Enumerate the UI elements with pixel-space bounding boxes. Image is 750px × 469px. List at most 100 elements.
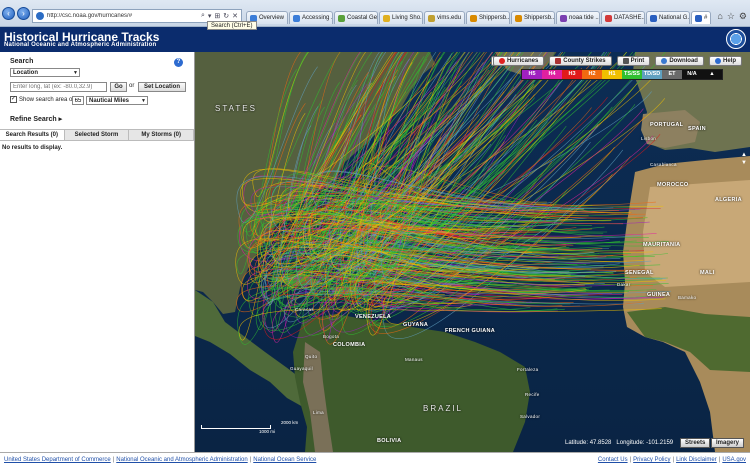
search-type-value: Location xyxy=(13,70,38,76)
footer-link-disclaimer[interactable]: Link Disclaimer xyxy=(676,457,717,463)
radius-input[interactable] xyxy=(72,96,84,105)
label-casablanca: Casablanca xyxy=(650,162,677,167)
download-label: Download xyxy=(669,57,698,64)
search-area-checkbox[interactable]: ✓ xyxy=(10,96,17,103)
tab-favicon-icon xyxy=(515,14,523,22)
tab-favicon-icon xyxy=(605,14,613,22)
label-bamako: Bamako xyxy=(678,295,697,300)
search-heading: Search xyxy=(10,58,34,65)
tab-favicon-icon xyxy=(383,14,391,22)
footer-link-nos[interactable]: National Ocean Service xyxy=(253,457,316,463)
back-icon[interactable]: ‹ xyxy=(2,7,15,20)
imagery-button[interactable]: Imagery xyxy=(711,438,745,448)
help-circle-icon xyxy=(714,58,721,64)
latitude-label: Latitude: xyxy=(565,440,589,446)
search-tooltip: Search (Ctrl+E) xyxy=(207,21,257,30)
forward-icon[interactable]: › xyxy=(17,7,30,20)
tab-favicon-icon xyxy=(650,14,658,22)
label-lima: Lima xyxy=(313,410,324,415)
noaa-logo-icon[interactable] xyxy=(726,29,746,49)
legend-item: H5 xyxy=(522,70,542,79)
legend-item: H4 xyxy=(542,70,562,79)
label-lisbon: Lisbon xyxy=(641,136,657,141)
browser-tab[interactable]: National G... xyxy=(646,11,691,24)
help-button[interactable]: Help xyxy=(708,56,742,66)
tab-selected-storm[interactable]: Selected Storm xyxy=(64,130,130,140)
search-icon[interactable]: ⌕ xyxy=(201,12,205,20)
download-button[interactable]: Download xyxy=(655,56,704,66)
page-subtitle: National Oceanic and Atmospheric Adminis… xyxy=(4,42,157,48)
label-algeria: ALGERIA xyxy=(715,197,742,203)
window-icons: ⌂ ☆ ⚙ xyxy=(717,11,747,22)
footer-link-privacy[interactable]: Privacy Policy xyxy=(633,457,670,463)
hurricane-icon xyxy=(498,58,505,64)
compat-icon[interactable]: ⊞ xyxy=(214,12,220,20)
tab-favicon-icon xyxy=(293,14,301,22)
browser-tab[interactable]: vims.edu xyxy=(424,11,466,24)
label-states: STATES xyxy=(215,104,257,113)
label-dakar: Dakar xyxy=(617,282,631,287)
gear-icon[interactable]: ⚙ xyxy=(739,11,747,22)
label-spain: SPAIN xyxy=(688,126,706,132)
browser-tab-label: Accessing ... xyxy=(302,15,334,21)
intensity-legend: H5 H4 H3 H2 H1 TS/SS TD/SD ET N/A ▲ xyxy=(521,69,723,80)
units-select[interactable]: Nautical Miles ▼ xyxy=(86,96,148,105)
legend-item: H1 xyxy=(602,70,622,79)
label-brazil: BRAZIL xyxy=(423,404,464,413)
label-portugal: PORTUGAL xyxy=(650,122,684,128)
footer-link-contact[interactable]: Contact Us xyxy=(598,457,628,463)
label-fortaleza: Fortaleza xyxy=(517,367,539,372)
print-button[interactable]: Print xyxy=(616,56,651,66)
browser-tab[interactable]: noaa tide ... xyxy=(556,11,601,24)
legend-item: ET xyxy=(662,70,682,79)
browser-tab-label: Overview xyxy=(259,15,285,21)
footer-link-noaa[interactable]: National Oceanic and Atmospheric Adminis… xyxy=(116,457,247,463)
label-guayaquil: Guayaquil xyxy=(290,366,313,371)
coordinate-input[interactable] xyxy=(10,82,107,92)
label-recife: Recife xyxy=(525,392,540,397)
zoom-in-icon[interactable]: ▲ xyxy=(741,152,747,158)
legend-item: H2 xyxy=(582,70,602,79)
help-icon[interactable]: ? xyxy=(174,58,183,67)
map-canvas[interactable] xyxy=(195,52,750,452)
download-icon xyxy=(661,58,668,64)
browser-tab[interactable]: # xyxy=(691,11,712,24)
set-location-button[interactable]: Set Location xyxy=(138,82,186,92)
or-label: or xyxy=(129,83,135,89)
browser-tab-label: Coastal Ge... xyxy=(347,15,378,21)
hurricane-map[interactable]: ✖ Hurricanes County Strikes Print Downlo… xyxy=(195,52,750,452)
label-caracas: Caracas xyxy=(295,307,314,312)
go-button[interactable]: Go xyxy=(110,82,127,92)
browser-tab[interactable]: Living Sho... xyxy=(379,11,424,24)
label-manaus: Manaus xyxy=(405,357,423,362)
hurricanes-button[interactable]: Hurricanes xyxy=(492,56,545,66)
streets-button[interactable]: Streets xyxy=(680,438,711,448)
browser-tab[interactable]: Accessing ... xyxy=(289,11,334,24)
search-type-select[interactable]: Location ▼ xyxy=(10,68,80,77)
printer-icon xyxy=(622,58,629,64)
stop-icon[interactable]: ✕ xyxy=(232,12,238,20)
label-mauritania: MAURITANIA xyxy=(643,242,681,248)
zoom-out-icon[interactable]: ▼ xyxy=(741,160,747,166)
tab-search-results[interactable]: Search Results (0) xyxy=(0,130,65,140)
url-input[interactable] xyxy=(47,13,197,19)
refresh-icon[interactable]: ↻ xyxy=(223,12,229,20)
footer-link-commerce[interactable]: United States Department of Commerce xyxy=(4,457,111,463)
browser-tab-label: noaa tide ... xyxy=(569,15,601,21)
label-senegal: SENEGAL xyxy=(625,270,654,276)
dropdown-icon[interactable]: ▾ xyxy=(208,12,212,20)
chevron-right-icon: ▸ xyxy=(58,116,63,123)
browser-tab[interactable]: DATASHE... xyxy=(601,11,646,24)
refine-search-toggle[interactable]: Refine Search ▸ xyxy=(10,115,62,123)
home-icon[interactable]: ⌂ xyxy=(717,11,722,22)
browser-tab[interactable]: Coastal Ge... xyxy=(334,11,379,24)
tab-favicon-icon xyxy=(695,14,703,22)
label-guyana: GUYANA xyxy=(403,322,429,328)
tab-my-storms[interactable]: My Storms (0) xyxy=(129,130,195,140)
favorites-star-icon[interactable]: ☆ xyxy=(727,11,735,22)
footer-link-usa-gov[interactable]: USA.gov xyxy=(722,457,746,463)
browser-tab[interactable]: Shippersb... xyxy=(511,11,556,24)
browser-tab[interactable]: Shippersb... xyxy=(466,11,511,24)
longitude-label: Longitude: xyxy=(616,440,645,446)
county-strikes-button[interactable]: County Strikes xyxy=(549,56,612,66)
